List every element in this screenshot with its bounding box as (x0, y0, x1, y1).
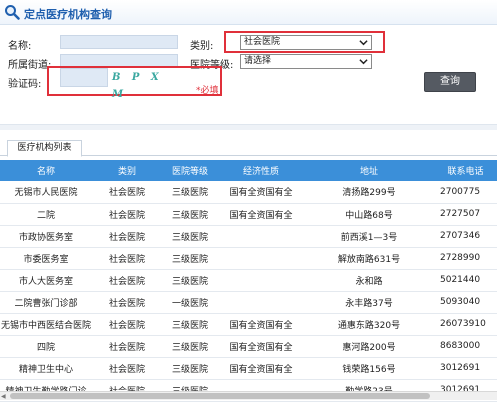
cell-phone: 2707346 (440, 231, 481, 241)
cell-category: 社会医院 (108, 210, 145, 221)
magnifier-icon (5, 5, 20, 20)
scroll-left-arrow-icon[interactable]: ◀ (1, 393, 6, 400)
cell-phone: 5093040 (440, 297, 481, 307)
category-select[interactable]: 社会医院 (240, 35, 372, 50)
cell-category: 社会医院 (108, 254, 145, 265)
table-row[interactable]: 无锡市中西医结合医院 社会医院 三级医院 国有全资国有全 通惠东路320号 2607391… (0, 313, 497, 335)
table-row[interactable]: 四院 社会医院 三级医院 国有全资国有全 惠河路200号 8683000 (0, 335, 497, 357)
cell-category: 社会医院 (108, 276, 145, 287)
cell-category: 社会医院 (108, 364, 145, 375)
cell-economic-type: 国有全资国有全 (229, 320, 293, 331)
category-select-value: 社会医院 (244, 37, 281, 47)
cell-phone: 26073910 (440, 319, 486, 329)
table-row[interactable]: 二院 社会医院 三级医院 国有全资国有全 中山路68号 2727507 (0, 203, 497, 225)
cell-name: 二院曹张门诊部 (14, 298, 78, 309)
cell-name: 二院 (36, 210, 55, 221)
cell-name: 市政协医务室 (18, 232, 73, 243)
horizontal-scrollbar[interactable]: ◀ (0, 391, 497, 400)
cell-economic-type: 国有全资国有全 (229, 364, 293, 375)
cell-level: 一级医院 (171, 298, 208, 309)
cell-level: 三级医院 (171, 188, 208, 199)
captcha-label: 验证码: (8, 79, 42, 90)
cell-phone: 2700775 (440, 186, 481, 197)
cell-name: 无锡市人民医院 (14, 188, 78, 199)
cell-level: 三级医院 (171, 342, 208, 353)
cell-economic-type: 国有全资国有全 (229, 188, 293, 199)
chevron-down-icon (359, 59, 368, 65)
cell-economic-type (218, 291, 304, 313)
cell-category: 社会医院 (108, 320, 145, 331)
page-title: 定点医疗机构查询 (24, 8, 112, 21)
cell-address: 钱荣路156号 (342, 364, 396, 375)
cell-category: 社会医院 (108, 232, 145, 243)
cell-name: 无锡市中西医结合医院 (0, 320, 91, 331)
title-bar: 定点医疗机构查询 (0, 0, 497, 25)
cell-address: 解放南路631号 (337, 254, 401, 265)
divider (0, 124, 497, 130)
table-row[interactable]: 市委医务室 社会医院 三级医院 解放南路631号 2728990 (0, 247, 497, 269)
level-select[interactable]: 请选择 (240, 54, 372, 69)
cell-level: 三级医院 (171, 232, 208, 243)
cell-address: 永丰路37号 (345, 298, 393, 309)
cell-level: 三级医院 (171, 210, 208, 221)
street-label: 所属街道: (8, 60, 52, 71)
tab-bar: 医疗机构列表 (0, 134, 497, 157)
cell-level: 三级医院 (171, 254, 208, 265)
cell-economic-type (218, 225, 304, 247)
header-name[interactable]: 名称 (0, 160, 92, 181)
cell-level: 三级医院 (171, 320, 208, 331)
scrollbar-thumb[interactable] (10, 393, 430, 399)
table-row[interactable]: 精神卫生中心 社会医院 三级医院 国有全资国有全 钱荣路156号 3012691 (0, 357, 497, 379)
captcha-image[interactable]: B P X M (110, 69, 178, 100)
cell-economic-type: 国有全资国有全 (229, 210, 293, 221)
cell-phone: 3012691 (440, 363, 481, 373)
query-button[interactable]: 查询 (424, 72, 476, 92)
cell-name: 市委医务室 (23, 254, 69, 265)
header-phone[interactable]: 联系电话 (434, 160, 497, 181)
table-row[interactable]: 二院曹张门诊部 社会医院 一级医院 永丰路37号 5093040 (0, 291, 497, 313)
cell-name: 四院 (36, 342, 55, 353)
table-row[interactable]: 市人大医务室 社会医院 三级医院 永和路 5021440 (0, 269, 497, 291)
header-economic-type[interactable]: 经济性质 (218, 160, 304, 181)
chevron-down-icon (359, 40, 368, 46)
table-row[interactable]: 无锡市人民医院 社会医院 三级医院 国有全资国有全 清扬路299号 2700775 (0, 181, 497, 203)
level-select-value: 请选择 (244, 56, 272, 66)
cell-name: 市人大医务室 (18, 276, 73, 287)
search-form: 名称: 类别: 社会医院 所属街道: 医院等级: 请选择 验证码: B P X … (0, 28, 497, 125)
header-level[interactable]: 医院等级 (162, 160, 218, 181)
cell-economic-type (218, 269, 304, 291)
category-label: 类别: (190, 41, 214, 52)
cell-economic-type: 国有全资国有全 (229, 342, 293, 353)
header-category[interactable]: 类别 (92, 160, 162, 181)
required-hint: *必填 (196, 86, 219, 96)
tab-institution-list[interactable]: 医疗机构列表 (7, 140, 82, 157)
table-row[interactable]: 市政协医务室 社会医院 三级医院 前西溪1—3号 2707346 (0, 225, 497, 247)
institution-table: 名称 类别 医院等级 经济性质 地址 联系电话 无锡市人民医院 社会医院 三级医院国… (0, 160, 497, 402)
cell-level: 三级医院 (171, 364, 208, 375)
captcha-input[interactable] (60, 68, 108, 87)
cell-phone: 2727507 (440, 209, 481, 219)
cell-name: 精神卫生中心 (18, 364, 73, 375)
name-label: 名称: (8, 41, 32, 52)
cell-address: 惠河路200号 (342, 342, 396, 353)
cell-address: 前西溪1—3号 (340, 232, 398, 243)
cell-category: 社会医院 (108, 188, 145, 199)
cell-address: 永和路 (355, 276, 383, 287)
cell-phone: 8683000 (440, 341, 481, 351)
cell-category: 社会医院 (108, 298, 145, 309)
cell-address: 通惠东路320号 (337, 320, 401, 331)
cell-level: 三级医院 (171, 276, 208, 287)
cell-economic-type (218, 247, 304, 269)
cell-phone: 5021440 (440, 275, 481, 285)
table-header-row: 名称 类别 医院等级 经济性质 地址 联系电话 (0, 160, 497, 181)
cell-phone: 2728990 (440, 253, 481, 263)
name-field[interactable] (60, 35, 178, 49)
cell-category: 社会医院 (108, 342, 145, 353)
cell-address: 清扬路299号 (342, 188, 396, 199)
header-address[interactable]: 地址 (304, 160, 434, 181)
cell-address: 中山路68号 (345, 210, 393, 221)
